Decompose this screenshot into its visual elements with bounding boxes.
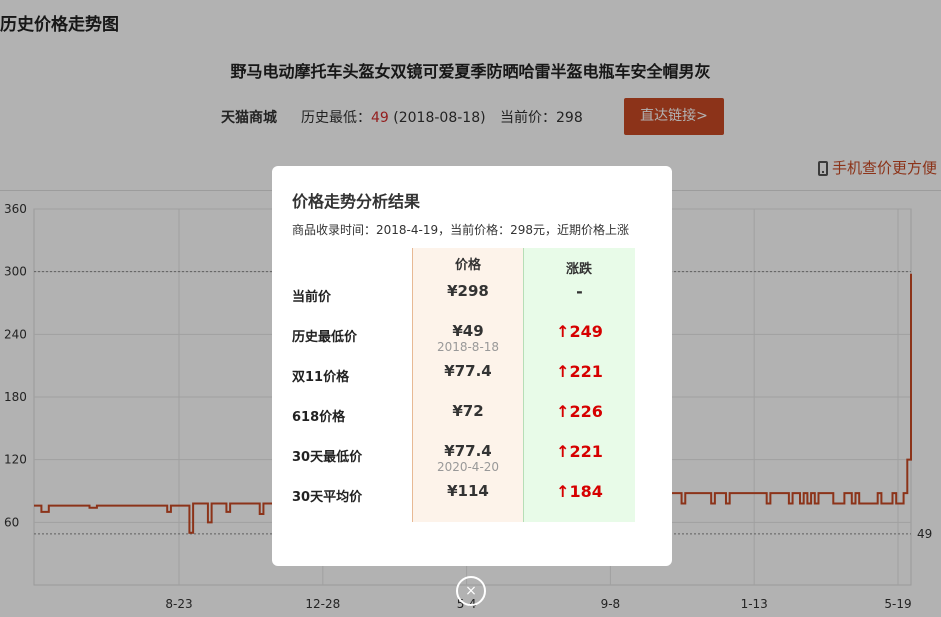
- row-change: ↑226: [556, 402, 603, 421]
- row-label: 618价格: [292, 410, 346, 425]
- price-column-header: 价格: [454, 258, 481, 273]
- row-price: ¥77.4: [444, 442, 492, 460]
- change-column-header: 涨跌: [565, 262, 592, 277]
- row-change: ↑221: [556, 362, 603, 381]
- row-price: ¥49: [452, 322, 484, 340]
- row-label: 30天平均价: [292, 490, 363, 505]
- row-change: -: [576, 282, 583, 301]
- row-date: 2018-8-18: [436, 340, 500, 354]
- close-modal-button[interactable]: ×: [456, 576, 486, 606]
- row-change: ↑184: [556, 482, 603, 501]
- row-label: 30天最低价: [292, 450, 363, 465]
- row-price: ¥72: [452, 402, 484, 420]
- row-price: ¥77.4: [444, 362, 492, 380]
- row-label: 双11价格: [292, 370, 350, 385]
- row-date: 2020-4-20: [436, 460, 500, 474]
- analysis-modal: 价格走势分析结果 商品收录时间：2018-4-19，当前价格：298元，近期价格…: [272, 166, 672, 566]
- modal-subtitle: 商品收录时间：2018-4-19，当前价格：298元，近期价格上涨: [292, 223, 630, 237]
- row-label: 历史最低价: [292, 330, 358, 345]
- row-price: ¥298: [447, 282, 489, 300]
- modal-title: 价格走势分析结果: [292, 192, 421, 211]
- row-price: ¥114: [447, 482, 489, 500]
- row-change: ↑249: [556, 322, 603, 341]
- row-change: ↑221: [556, 442, 603, 461]
- row-label: 当前价: [292, 290, 332, 305]
